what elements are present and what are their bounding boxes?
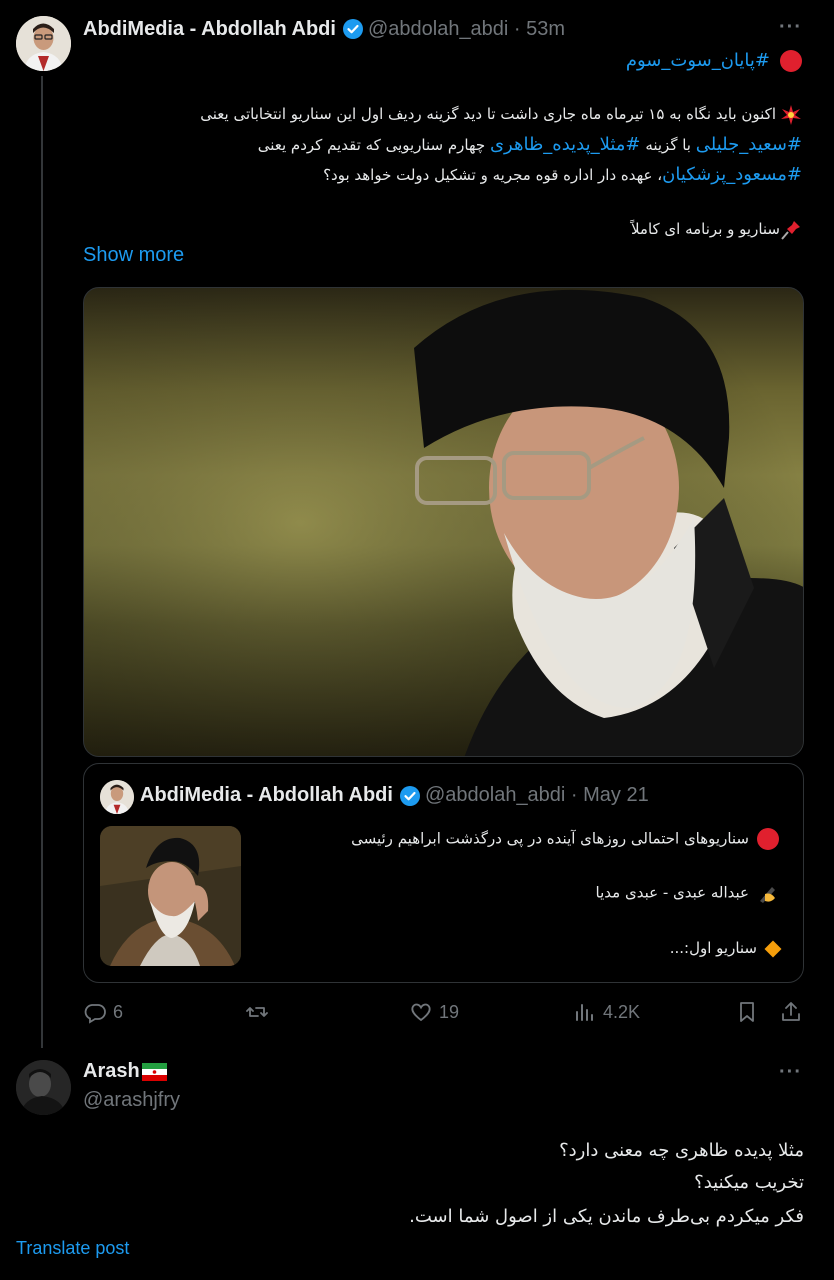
- red-circle-emoji: [780, 50, 802, 72]
- hashtag-link[interactable]: #مثلا_پدیده_ظاهری: [490, 134, 641, 155]
- bookmark-icon: [740, 1002, 754, 1022]
- quoted-text: سناریو اول:...: [669, 939, 757, 957]
- quoted-line-2: عبداله عبدی - عبدی مدیا: [596, 882, 779, 904]
- reply-author-name[interactable]: Arash: [83, 1060, 140, 1083]
- quoted-author-avatar[interactable]: [100, 780, 134, 814]
- body-line-3: #مسعود_پزشکیان، عهده دار اداره قوه مجریه…: [323, 160, 802, 190]
- quoted-tweet-card[interactable]: AbdiMedia - Abdollah Abdi @abdolah_abdi …: [83, 763, 804, 983]
- bookmark-button[interactable]: [735, 1000, 765, 1024]
- hashtag-link[interactable]: #سعید_جلیلی: [696, 134, 802, 155]
- reply-line-2: تخریب میکنید؟: [694, 1172, 804, 1193]
- reply-button[interactable]: 6: [83, 1000, 123, 1024]
- body-line-1: اکنون باید نگاه به ۱۵ تیرماه ماه جاری دا…: [200, 100, 802, 129]
- quoted-tweet-header: AbdiMedia - Abdollah Abdi @abdolah_abdi …: [140, 784, 649, 807]
- body-text: با گزینه: [645, 136, 691, 154]
- tweet-header: AbdiMedia - Abdollah Abdi @abdolah_abdi …: [83, 14, 565, 44]
- writing-hand-emoji: [757, 882, 779, 904]
- views-button[interactable]: 4.2K: [573, 1000, 640, 1024]
- iran-flag-emoji: [141, 1062, 167, 1081]
- pin-emoji: [780, 219, 802, 241]
- reply-line-1: مثلا پدیده ظاهری چه معنی دارد؟: [559, 1140, 804, 1161]
- tweet-media-image[interactable]: [83, 287, 804, 757]
- body-line-2: #سعید_جلیلی با گزینه #مثلا_پدیده_ظاهری چ…: [258, 130, 802, 160]
- hashtag-line: #پایان_سوت_سوم: [626, 50, 802, 72]
- body-text: چهارم سناریویی که تقدیم کردم یعنی: [257, 136, 486, 154]
- hashtag-link[interactable]: #مسعود_پزشکیان: [662, 164, 802, 185]
- reply-header: Arash: [83, 1060, 167, 1083]
- more-icon[interactable]: ···: [779, 16, 802, 39]
- quoted-tweet-thumbnail[interactable]: [100, 826, 241, 966]
- orange-diamond-emoji: [764, 940, 782, 957]
- body-line-4: سناریو و برنامه ای کاملاً: [631, 215, 802, 244]
- views-icon: [576, 1004, 593, 1021]
- author-avatar[interactable]: [16, 16, 71, 71]
- retweet-button[interactable]: [245, 1000, 275, 1024]
- author-handle[interactable]: @abdolah_abdi · 53m: [368, 18, 565, 41]
- quoted-author-name[interactable]: AbdiMedia - Abdollah Abdi: [140, 784, 393, 807]
- reply-line-3: فکر میکردم بی‌طرف ماندن یکی از اصول شما …: [409, 1206, 804, 1227]
- reply-icon: [84, 1004, 106, 1024]
- body-text: ، عهده دار اداره قوه مجریه و تشکیل دولت …: [323, 166, 663, 184]
- verified-badge-icon: [399, 785, 421, 807]
- share-button[interactable]: [779, 1000, 809, 1024]
- collision-emoji: [780, 104, 802, 126]
- red-circle-emoji: [757, 828, 779, 850]
- like-icon: [411, 1003, 431, 1022]
- reply-count: 6: [113, 1001, 124, 1022]
- quoted-line-1: سناریوهای احتمالی روزهای آینده در پی درگ…: [351, 828, 779, 850]
- body-text: اکنون باید نگاه به ۱۵ تیرماه ماه جاری دا…: [200, 105, 776, 123]
- view-count: 4.2K: [603, 1001, 641, 1022]
- quoted-line-3: سناریو اول:...: [669, 939, 782, 957]
- tweet-action-bar: 6 19 4.2K: [83, 998, 805, 1030]
- reply-author-avatar[interactable]: [16, 1060, 71, 1115]
- quoted-text: سناریوهای احتمالی روزهای آینده در پی درگ…: [351, 829, 749, 848]
- share-icon: [782, 1002, 800, 1021]
- quoted-author-handle[interactable]: @abdolah_abdi · May 21: [425, 784, 649, 807]
- quoted-text: عبداله عبدی - عبدی مدیا: [595, 883, 749, 902]
- hashtag-link[interactable]: #پایان_سوت_سوم: [626, 50, 770, 71]
- retweet-icon: [246, 1007, 268, 1017]
- body-text: سناریو و برنامه ای کاملاً: [630, 220, 780, 238]
- author-name[interactable]: AbdiMedia - Abdollah Abdi: [83, 18, 336, 41]
- more-icon[interactable]: ···: [779, 1061, 802, 1084]
- like-count: 19: [439, 1001, 460, 1022]
- translate-post-link[interactable]: Translate post: [16, 1238, 129, 1259]
- show-more-link[interactable]: Show more: [83, 244, 184, 267]
- reply-author-handle[interactable]: @arashjfry: [83, 1089, 180, 1112]
- like-button[interactable]: 19: [409, 1000, 459, 1024]
- verified-badge-icon: [342, 18, 364, 40]
- thread-connector-line: [41, 76, 43, 1048]
